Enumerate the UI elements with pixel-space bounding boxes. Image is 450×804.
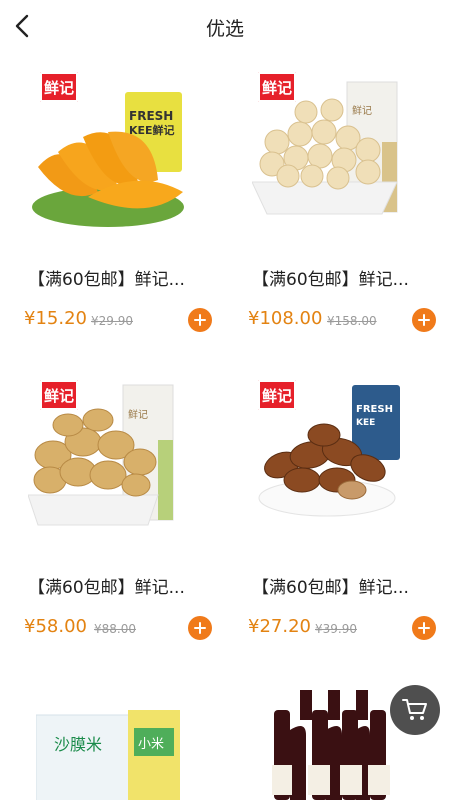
product-price: ¥58.00 xyxy=(24,616,87,637)
product-name: 【满60包邮】鲜记... xyxy=(252,578,409,598)
original-price: ¥88.00 xyxy=(94,622,136,636)
plus-icon xyxy=(194,314,206,326)
product-price: ¥15.20 xyxy=(24,308,87,329)
svg-text:KEE: KEE xyxy=(356,418,375,428)
original-price: ¥39.90 xyxy=(315,622,357,636)
svg-text:FRESH: FRESH xyxy=(356,404,393,415)
svg-text:FRESH: FRESH xyxy=(129,109,173,123)
add-to-cart-button[interactable] xyxy=(188,616,212,640)
plus-icon xyxy=(418,314,430,326)
header-bar: 优选 xyxy=(0,0,450,52)
product-name: 【满60包邮】鲜记... xyxy=(28,270,185,290)
box-text: 沙膜米 xyxy=(54,735,102,754)
page-title: 优选 xyxy=(205,18,244,40)
product-name: 【满60包邮】鲜记... xyxy=(28,578,185,598)
product-price: ¥108.00 xyxy=(248,308,323,329)
product-price: ¥27.20 xyxy=(248,616,311,637)
cart-button[interactable] xyxy=(390,685,440,735)
add-to-cart-button[interactable] xyxy=(412,308,436,332)
label-text: 小米 xyxy=(138,737,164,752)
plus-icon xyxy=(418,622,430,634)
original-price: ¥29.90 xyxy=(91,314,133,328)
brand-tag: 鲜记 xyxy=(258,380,296,410)
shopping-cart-icon xyxy=(402,699,427,720)
brand-tag: 鲜记 xyxy=(40,72,78,102)
red-wine-image xyxy=(272,690,390,800)
millet-rice-image: 沙膜米 小米 xyxy=(35,710,180,804)
add-to-cart-button[interactable] xyxy=(412,616,436,640)
svg-text:鲜记: 鲜记 xyxy=(352,104,372,117)
svg-text:鲜记: 鲜记 xyxy=(128,408,148,421)
plus-icon xyxy=(194,622,206,634)
brand-tag: 鲜记 xyxy=(258,72,296,102)
svg-text:KEE鲜记: KEE鲜记 xyxy=(129,123,175,137)
add-to-cart-button[interactable] xyxy=(188,308,212,332)
product-name: 【满60包邮】鲜记... xyxy=(252,270,409,290)
product-card[interactable]: 沙膜米 小米 xyxy=(35,700,236,804)
brand-tag: 鲜记 xyxy=(40,380,78,410)
original-price: ¥158.00 xyxy=(327,314,377,328)
